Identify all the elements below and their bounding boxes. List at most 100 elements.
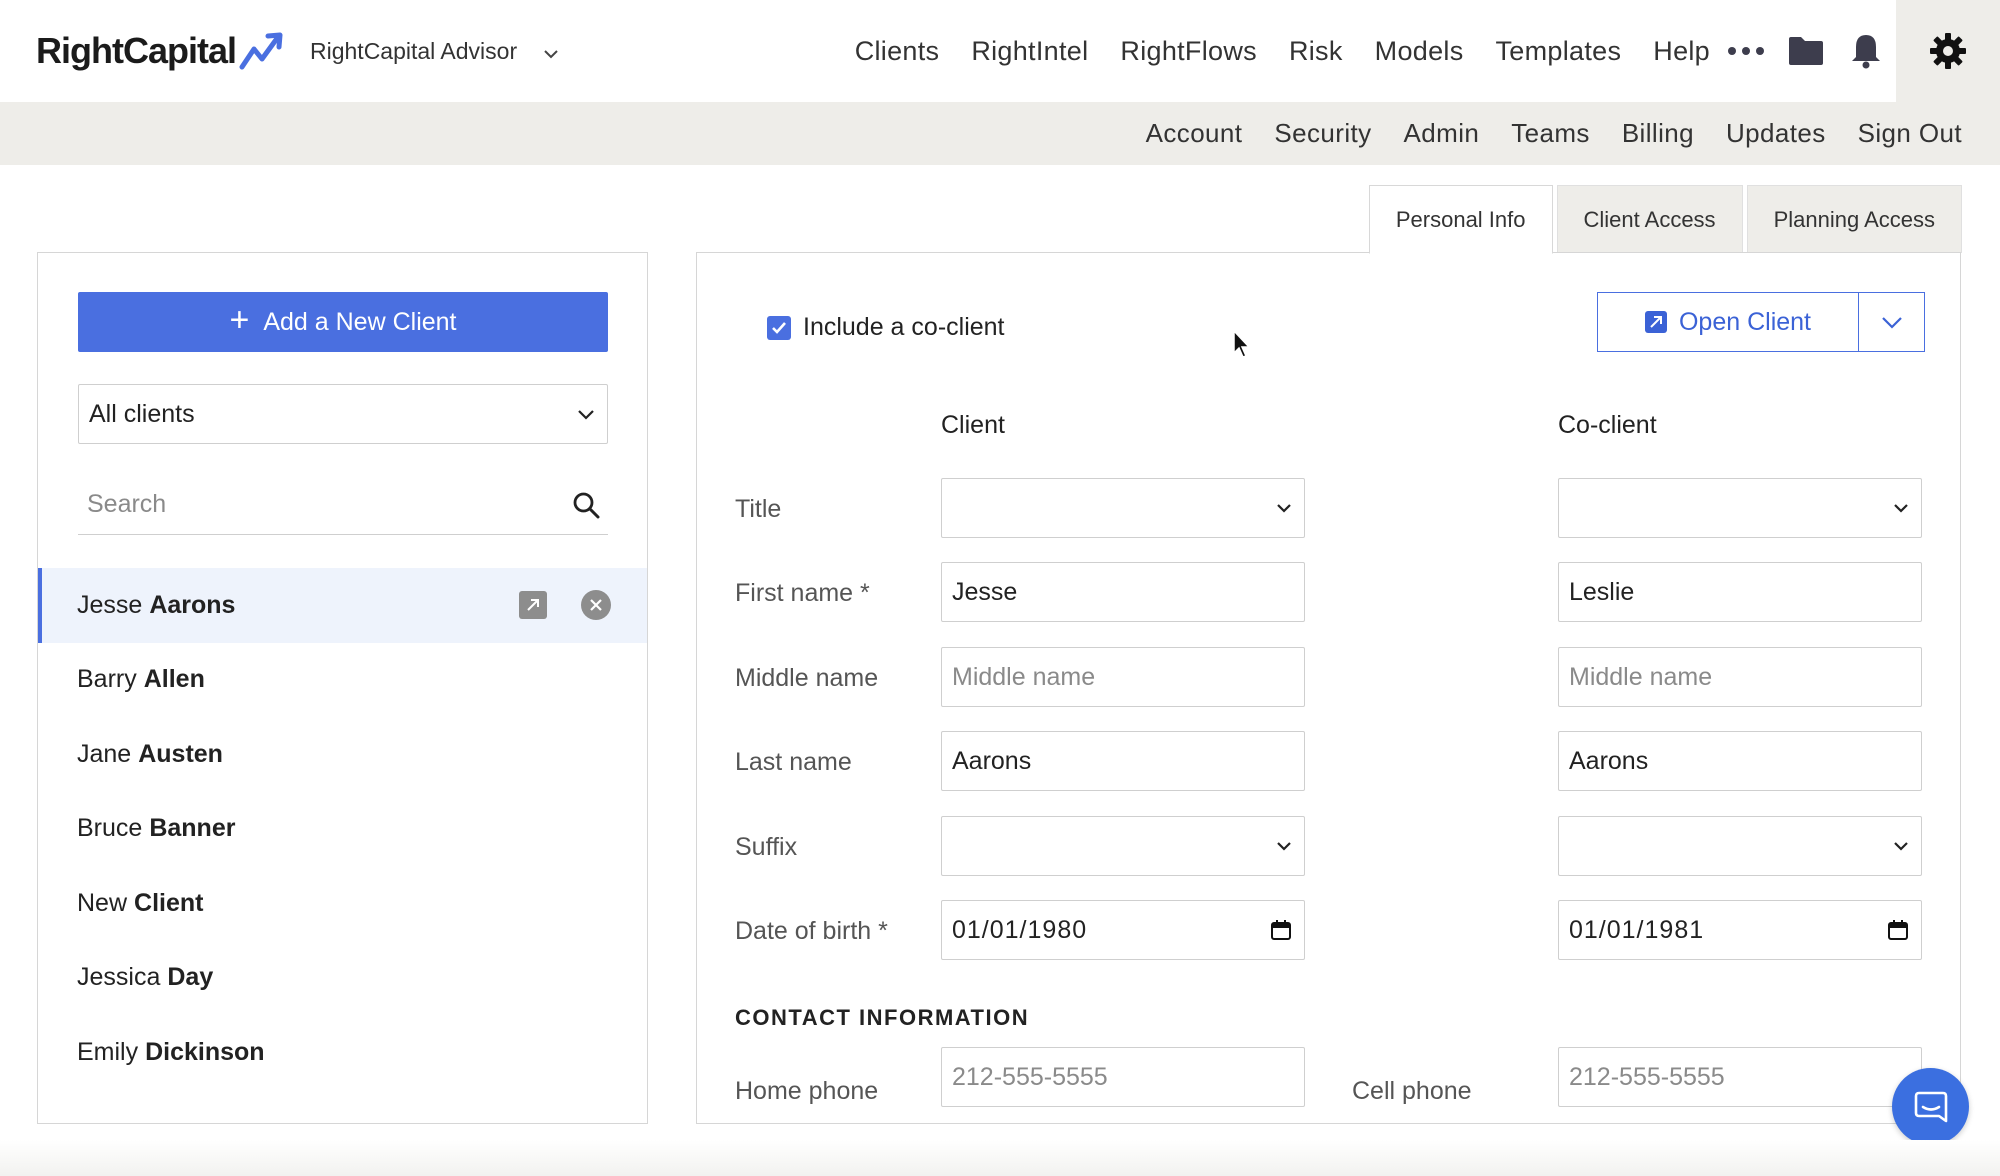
title-label: Title	[735, 495, 782, 523]
contact-info-heading: CONTACT INFORMATION	[735, 1005, 1030, 1030]
client-first-name: Bruce	[77, 814, 143, 843]
home-phone-input[interactable]: 212-555-5555	[941, 1047, 1305, 1107]
chevron-down-icon	[1894, 842, 1908, 851]
nav-rightintel[interactable]: RightIntel	[971, 36, 1088, 67]
mouse-cursor-icon	[1233, 329, 1251, 358]
remove-client-icon[interactable]	[581, 590, 611, 620]
client-list-panel: + Add a New Client All clients JesseAaro…	[37, 252, 648, 1124]
chevron-down-icon	[578, 409, 594, 420]
client-first-name: Jesse	[77, 590, 143, 619]
client-last-name: Aarons	[149, 590, 236, 619]
chat-launcher-button[interactable]	[1892, 1068, 1969, 1145]
coclient-dob-input[interactable]: 01/01/1981	[1558, 900, 1922, 960]
client-last-name-input[interactable]: Aarons	[941, 731, 1305, 791]
checkmark-icon	[772, 321, 786, 334]
logo[interactable]: RightCapital	[36, 30, 286, 72]
first-name-label: First name *	[735, 579, 870, 607]
open-client-split-button: Open Client	[1597, 292, 1925, 352]
nav-help[interactable]: Help	[1653, 36, 1710, 67]
notifications-button[interactable]	[1836, 0, 1896, 102]
cell-phone-input[interactable]: 212-555-5555	[1558, 1047, 1922, 1107]
coclient-title-select[interactable]	[1558, 478, 1922, 538]
client-title-select[interactable]	[941, 478, 1305, 538]
add-client-button[interactable]: + Add a New Client	[78, 292, 608, 352]
cell-phone-placeholder: 212-555-5555	[1569, 1062, 1725, 1091]
advisor-selector[interactable]: RightCapital Advisor	[310, 38, 559, 65]
client-row[interactable]: Jessica Day	[38, 941, 647, 1016]
tab-personal-info[interactable]: Personal Info	[1368, 185, 1553, 254]
plus-icon: +	[229, 301, 250, 339]
subnav-teams[interactable]: Teams	[1511, 118, 1590, 149]
client-last-name: Day	[167, 963, 214, 992]
coclient-middle-name-input[interactable]: Middle name	[1558, 647, 1922, 707]
logo-arrow-icon	[239, 32, 283, 70]
client-row[interactable]: New Client	[38, 866, 647, 941]
client-suffix-select[interactable]	[941, 816, 1305, 876]
coclient-first-name-input[interactable]: Leslie	[1558, 562, 1922, 622]
open-client-dropdown[interactable]	[1859, 292, 1925, 352]
coclient-dob-value: 01/01/1981	[1569, 915, 1705, 944]
folder-icon	[1789, 37, 1823, 65]
main-nav: Clients RightIntel RightFlows Risk Model…	[855, 0, 2000, 102]
open-client-button[interactable]: Open Client	[1597, 292, 1859, 352]
include-coclient-checkbox[interactable]	[767, 315, 791, 340]
subnav-updates[interactable]: Updates	[1726, 118, 1826, 149]
client-last-name: Client	[134, 888, 204, 917]
page-bottom-edge	[0, 1140, 2000, 1176]
nav-models[interactable]: Models	[1375, 36, 1464, 67]
client-middle-name-input[interactable]: Middle name	[941, 647, 1305, 707]
include-coclient-label: Include a co-client	[803, 313, 1005, 341]
advisor-name: RightCapital Advisor	[310, 38, 518, 64]
personal-info-panel: Include a co-client Open Client Client C…	[696, 252, 1961, 1124]
tab-client-access[interactable]: Client Access	[1556, 185, 1743, 253]
chevron-down-icon	[544, 49, 558, 58]
client-row[interactable]: Barry Allen	[38, 643, 647, 718]
client-first-name: Emily	[77, 1037, 139, 1066]
coclient-column-header: Co-client	[1558, 411, 1657, 439]
subnav-account[interactable]: Account	[1146, 118, 1243, 149]
client-column-header: Client	[941, 411, 1005, 439]
gear-icon	[1930, 33, 1966, 69]
tab-planning-access[interactable]: Planning Access	[1746, 185, 1962, 253]
chat-icon	[1914, 1091, 1947, 1122]
client-first-name-input[interactable]: Jesse	[941, 562, 1305, 622]
bell-icon	[1852, 35, 1880, 69]
client-row[interactable]: Jane Austen	[38, 717, 647, 792]
client-first-name: New	[77, 888, 128, 917]
client-row[interactable]: Jesse Aarons	[38, 568, 647, 643]
row-actions	[519, 568, 611, 642]
folder-button[interactable]	[1776, 0, 1836, 102]
coclient-last-name-input[interactable]: Aarons	[1558, 731, 1922, 791]
search-input[interactable]	[87, 490, 527, 519]
client-first-name-value: Jesse	[952, 577, 1018, 606]
subnav-sign-out[interactable]: Sign Out	[1858, 118, 1962, 149]
nav-templates[interactable]: Templates	[1496, 36, 1622, 67]
client-filter-select[interactable]: All clients	[78, 384, 608, 444]
search-icon[interactable]	[572, 491, 600, 519]
calendar-icon[interactable]	[1270, 919, 1292, 941]
chevron-down-icon	[1894, 504, 1908, 513]
more-button[interactable]	[1716, 0, 1776, 102]
sub-nav: Account Security Admin Teams Billing Upd…	[0, 102, 2000, 165]
open-client-icon[interactable]	[519, 591, 547, 619]
settings-button[interactable]	[1896, 0, 2000, 102]
nav-rightflows[interactable]: RightFlows	[1120, 36, 1257, 67]
client-last-name: Allen	[143, 665, 205, 694]
subnav-billing[interactable]: Billing	[1622, 118, 1694, 149]
chevron-down-icon	[1277, 842, 1291, 851]
nav-clients[interactable]: Clients	[855, 36, 940, 67]
coclient-suffix-select[interactable]	[1558, 816, 1922, 876]
chevron-down-icon	[1277, 504, 1291, 513]
subnav-security[interactable]: Security	[1274, 118, 1371, 149]
nav-risk[interactable]: Risk	[1289, 36, 1343, 67]
client-row[interactable]: Emily Dickinson	[38, 1015, 647, 1090]
client-row[interactable]: Bruce Banner	[38, 792, 647, 867]
client-first-name: Jane	[77, 739, 132, 768]
client-dob-input[interactable]: 01/01/1980	[941, 900, 1305, 960]
subnav-admin[interactable]: Admin	[1404, 118, 1480, 149]
include-coclient[interactable]: Include a co-client	[767, 313, 1005, 342]
calendar-icon[interactable]	[1887, 919, 1909, 941]
coclient-middle-name-placeholder: Middle name	[1569, 662, 1713, 691]
brand-name: RightCapital	[36, 30, 237, 71]
suffix-label: Suffix	[735, 833, 798, 861]
